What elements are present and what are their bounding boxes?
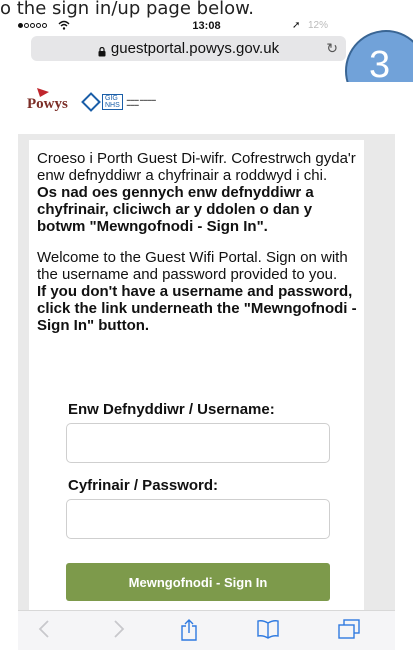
- battery-percent: 12%: [308, 20, 329, 31]
- username-input[interactable]: [66, 423, 330, 463]
- password-label: Cyfrinair / Password:: [68, 477, 219, 494]
- password-input[interactable]: [66, 499, 330, 539]
- location-arrow-icon: ➚: [292, 20, 301, 31]
- status-time: 13:08: [192, 20, 221, 32]
- address-domain: guestportal.powys.gov.uk: [110, 40, 280, 57]
- lock-icon: [98, 44, 106, 56]
- caption-text: o the sign in/up page below.: [0, 0, 413, 20]
- share-icon[interactable]: [180, 619, 198, 647]
- step-callout-number: 3: [369, 44, 391, 86]
- intro-english-bold: If you don't have a username and passwor…: [37, 283, 357, 334]
- nhs-nhs-text: NHS: [105, 102, 120, 109]
- nhs-wordmark: GIG NHS: [102, 94, 123, 110]
- intro-english: Welcome to the Guest Wifi Portal. Sign o…: [37, 249, 348, 283]
- nhs-fine-print: ▬▬▬ ▬▬▬▬ ▬▬▬: [126, 97, 156, 107]
- status-bar: 13:08 ➚ 12%: [18, 20, 395, 34]
- nhs-wales-logo: GIG NHS ▬▬▬ ▬▬▬▬ ▬▬▬: [81, 92, 157, 112]
- nhs-gig-text: GIG: [105, 95, 118, 102]
- powys-logo: Powys: [27, 96, 68, 112]
- address-bar[interactable]: guestportal.powys.gov.uk ↻: [31, 36, 346, 61]
- intro-welsh: Croeso i Porth Guest Di-wifr. Cofrestrwc…: [37, 150, 356, 184]
- reload-icon[interactable]: ↻: [326, 40, 338, 57]
- logo-header: Powys GIG NHS ▬▬▬ ▬▬▬▬ ▬▬▬: [0, 82, 413, 134]
- intro-welsh-bold: Os nad oes gennych enw defnyddiwr a chyf…: [37, 184, 314, 235]
- battery-indicator: 12%: [308, 20, 328, 31]
- browser-toolbar: [18, 610, 395, 650]
- book-icon[interactable]: [256, 619, 280, 645]
- signin-button[interactable]: Mewngofnodi - Sign In: [66, 563, 330, 601]
- intro-text: Croeso i Porth Guest Di-wifr. Cofrestrwc…: [37, 150, 357, 334]
- chevron-left-icon[interactable]: [38, 619, 50, 645]
- username-label: Enw Defnyddiwr / Username:: [68, 401, 275, 418]
- tabs-icon[interactable]: [338, 619, 360, 645]
- chevron-right-icon[interactable]: [113, 619, 125, 645]
- nhs-diamond-icon: [81, 92, 101, 112]
